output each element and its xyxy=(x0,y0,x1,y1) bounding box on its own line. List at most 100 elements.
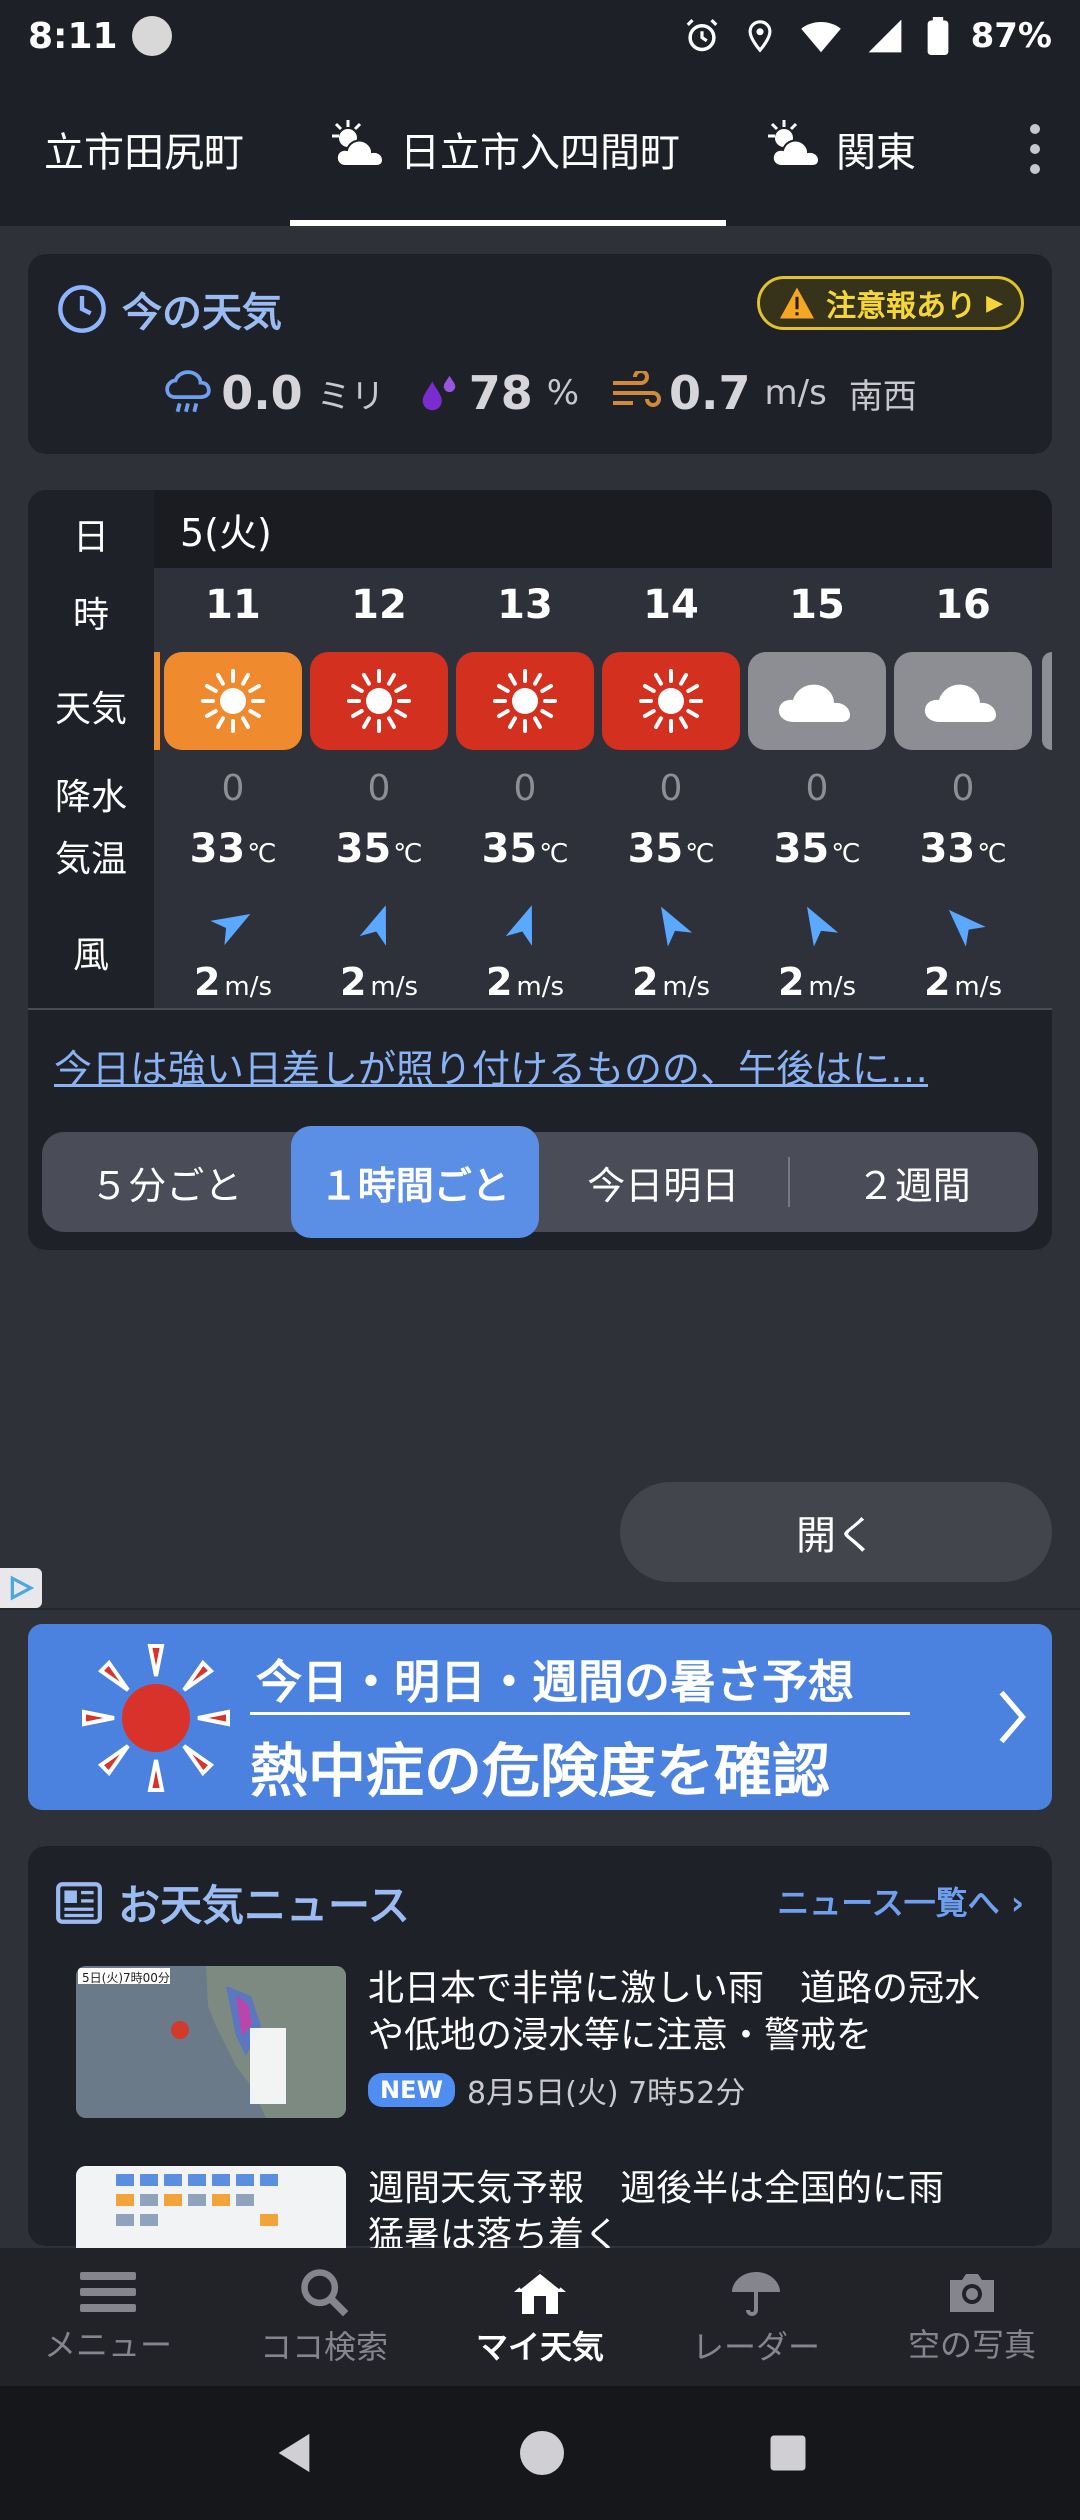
temp-value: 33 xyxy=(919,826,976,872)
tab-label: 日立市入四間町 xyxy=(400,130,680,176)
banner-subtitle: 今日・明日・週間の暑さ予想 xyxy=(256,1655,854,1709)
recents-icon[interactable] xyxy=(767,2432,809,2474)
segment-5min[interactable]: ５分ごと xyxy=(42,1132,291,1232)
temperature: 35℃ xyxy=(452,826,598,872)
news-all-link[interactable]: ニュース一覧へ › xyxy=(777,1878,1024,1924)
precip-value: 0 xyxy=(221,768,245,809)
wind-direction-arrow-icon xyxy=(890,900,1036,952)
temp-value: 35 xyxy=(773,826,830,872)
wind-direction-arrow-icon xyxy=(744,900,890,952)
nav-radar[interactable]: レーダー xyxy=(648,2248,864,2386)
menu-icon xyxy=(80,2272,136,2312)
nav-menu[interactable]: メニュー xyxy=(0,2248,216,2386)
humidity-value: 78 xyxy=(468,366,533,420)
chevron-right-icon: › xyxy=(1010,1884,1024,1922)
alarm-icon xyxy=(686,19,717,52)
wind-direction-arrow-icon xyxy=(306,900,452,952)
home-circle-icon[interactable] xyxy=(518,2429,566,2477)
tab-label: 立市田尻町 xyxy=(44,130,244,176)
temp-unit: ℃ xyxy=(685,839,715,869)
current-weather-card: 今の天気 注意報あり ▶ 0.0 ミリ 78% 0.7 m/s 南西 xyxy=(28,254,1052,454)
weather-cell xyxy=(598,652,744,750)
rain-unit: ミリ xyxy=(316,376,385,417)
news-headline: 北日本で非常に激しい雨 道路の冠水や低地の浸水等に注意・警戒を xyxy=(368,1968,981,2056)
segment-today-tomorrow[interactable]: 今日明日 xyxy=(539,1132,788,1232)
sun-icon xyxy=(164,652,302,750)
temperature: 35℃ xyxy=(598,826,744,872)
news-item[interactable]: 5日(火)7時00分 北日本で非常に激しい雨 道路の冠水や低地の浸水等に注意・警… xyxy=(76,1966,1008,2118)
nav-search[interactable]: ココ検索 xyxy=(216,2248,432,2386)
system-navigation xyxy=(0,2386,1080,2520)
nav-label: レーダー xyxy=(691,2328,820,2366)
wifi-icon xyxy=(800,22,841,53)
alert-badge[interactable]: 注意報あり ▶ xyxy=(757,276,1024,330)
newspaper-icon xyxy=(56,1881,102,1924)
hour-label: 15 xyxy=(789,582,845,628)
search-icon xyxy=(301,2269,349,2317)
row-label-weather: 天気 xyxy=(54,689,127,730)
wind-speed-value: 2 xyxy=(339,960,367,1004)
precip-value: 0 xyxy=(513,768,537,809)
globe-icon xyxy=(131,16,172,56)
wind-speed-unit: m/s xyxy=(954,972,1003,1002)
wind-speed: 2 m/s xyxy=(744,960,890,1004)
home-icon xyxy=(514,2270,566,2314)
hour-label: 13 xyxy=(497,582,553,628)
current-stats: 0.0 ミリ 78% 0.7 m/s 南西 xyxy=(56,366,1024,420)
ad-choices-icon[interactable] xyxy=(0,1568,42,1608)
nav-sky-photos[interactable]: 空の写真 xyxy=(864,2248,1080,2386)
battery-icon xyxy=(927,17,948,55)
bottom-navigation: メニュー ココ検索 マイ天気 レーダー 空の写真 xyxy=(0,2248,1080,2386)
wind-speed: 2 m/s xyxy=(306,960,452,1004)
humidity-stat: 78% xyxy=(415,366,579,420)
date-row: 5(火) xyxy=(154,490,1052,568)
overflow-menu-icon[interactable] xyxy=(990,124,1080,174)
clock-icon xyxy=(58,285,106,333)
rain-stat: 0.0 ミリ xyxy=(163,366,385,420)
news-date: 8月5日(火) 7時52分 xyxy=(466,2075,746,2111)
temp-value: 35 xyxy=(627,826,684,872)
open-button[interactable]: 開く xyxy=(620,1482,1052,1582)
news-header: お天気ニュース xyxy=(54,1872,410,1933)
hot-sun-icon xyxy=(602,652,740,750)
cloud-icon xyxy=(748,652,886,750)
tab-location-1[interactable]: 立市田尻町 xyxy=(0,72,290,226)
segment-two-weeks[interactable]: ２週間 xyxy=(790,1132,1039,1232)
row-label-wind: 風 xyxy=(72,935,109,976)
weather-cell xyxy=(306,652,452,750)
camera-icon xyxy=(950,2274,994,2312)
prev-column-edge xyxy=(154,652,160,750)
wind-speed-unit: m/s xyxy=(370,972,419,1002)
chevron-right-icon: ▶ xyxy=(986,290,1003,316)
cloud-icon xyxy=(894,652,1032,750)
temperature: 35℃ xyxy=(306,826,452,872)
wind-direction-arrow-icon xyxy=(598,900,744,952)
hour-label: 12 xyxy=(351,582,407,628)
news-card: お天気ニュース ニュース一覧へ › 5日(火)7時00分 北日本で非常に激しい雨… xyxy=(28,1846,1052,2266)
alert-label: 注意報あり xyxy=(826,289,977,324)
hour-label: 11 xyxy=(205,582,261,628)
row-label-temp: 気温 xyxy=(54,839,127,880)
current-weather-label: 今の天気 xyxy=(122,290,282,336)
news-title: お天気ニュース xyxy=(118,1881,410,1930)
temp-value: 35 xyxy=(335,826,392,872)
hourly-forecast-card: 5(火) 日 時 天気 降水 気温 風 11 0 33℃ 2 m/s 12 0 35℃ 2 m/s… xyxy=(28,490,1052,1250)
wind-icon xyxy=(613,371,661,407)
tab-location-3[interactable]: 関東 xyxy=(726,72,966,226)
section-divider xyxy=(0,1608,1080,1610)
tab-location-2[interactable]: 日立市入四間町 xyxy=(290,72,726,226)
weather-cell xyxy=(452,652,598,750)
back-icon[interactable] xyxy=(271,2430,317,2476)
heatstroke-banner[interactable]: 今日・明日・週間の暑さ予想 熱中症の危険度を確認 xyxy=(28,1624,1052,1810)
thumb-caption: 5日(火)7時00分 xyxy=(82,1971,170,1985)
temp-value: 33 xyxy=(189,826,246,872)
forecast-summary-link[interactable]: 今日は強い日差しが照り付けるものの、午後はに… xyxy=(54,1038,928,1093)
row-label-precip: 降水 xyxy=(54,777,127,818)
segment-hourly[interactable]: １時間ごと xyxy=(290,1126,539,1238)
news-headline: 週間天気予報 週後半は全国的に雨 猛暑は落ち着く xyxy=(368,2168,981,2256)
wind-direction: 南西 xyxy=(848,376,917,417)
news-all-label: ニュース一覧へ xyxy=(777,1884,1000,1922)
date-label: 5(火) xyxy=(180,510,272,555)
nav-label: 空の写真 xyxy=(907,2326,1036,2364)
nav-my-weather[interactable]: マイ天気 xyxy=(432,2248,648,2386)
